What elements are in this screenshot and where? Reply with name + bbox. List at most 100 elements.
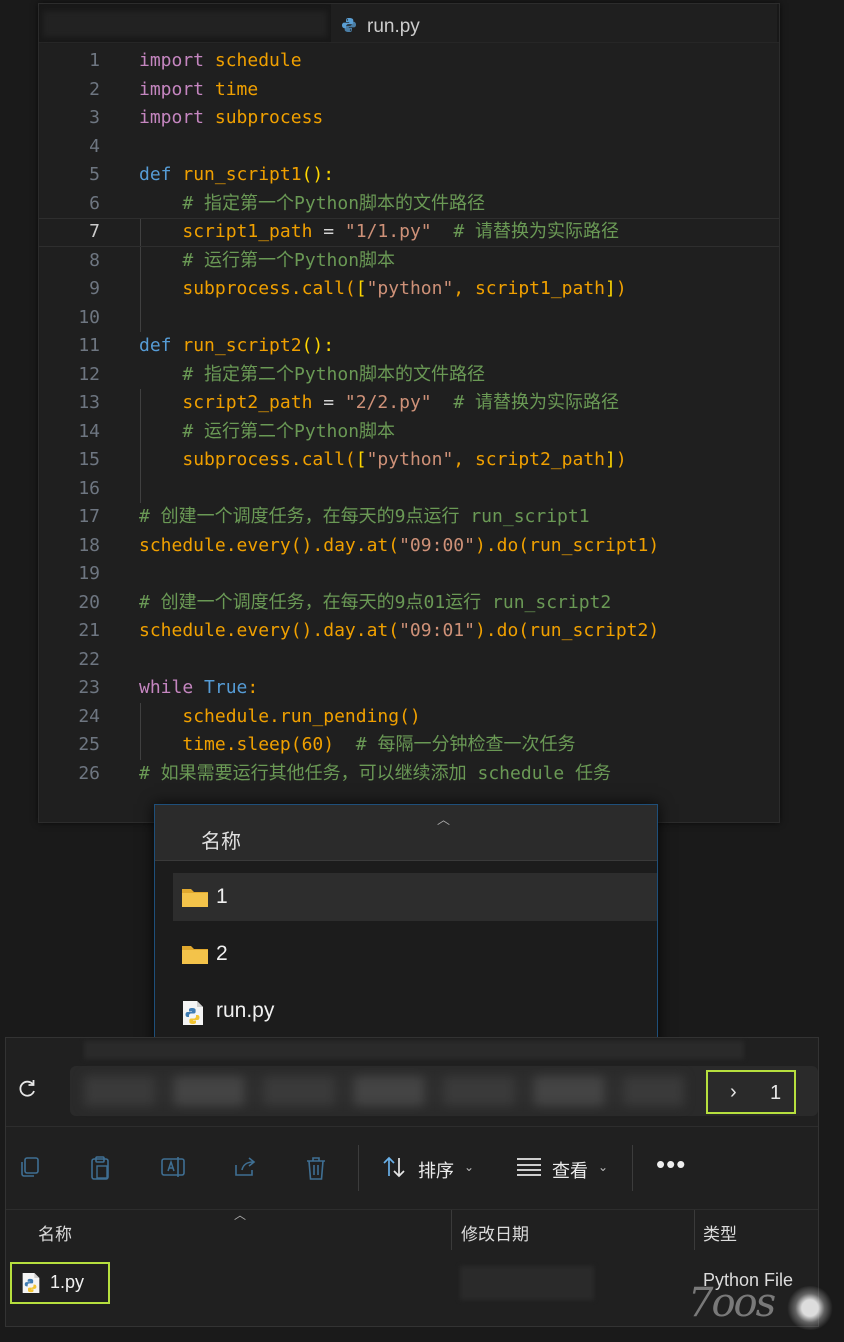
code-text: script2_path = "2/2.py" # 请替换为实际路径 xyxy=(139,389,619,418)
line-number: 17 xyxy=(78,506,100,527)
file-name-cell[interactable]: 1.py xyxy=(10,1262,110,1304)
list-item-folder-1[interactable]: 1 xyxy=(173,873,657,921)
view-icon[interactable] xyxy=(516,1157,542,1182)
code-line[interactable]: 10 xyxy=(39,304,779,333)
more-options-icon[interactable]: ••• xyxy=(656,1149,686,1180)
item-label: run.py xyxy=(216,999,275,1022)
code-line[interactable]: 9 subprocess.call(["python", script1_pat… xyxy=(39,275,779,304)
code-token: , script2_path xyxy=(453,449,606,470)
column-divider[interactable] xyxy=(694,1210,695,1250)
code-line[interactable]: 25 time.sleep(60) # 每隔一分钟检查一次任务 xyxy=(39,731,779,760)
code-line[interactable]: 12 # 指定第二个Python脚本的文件路径 xyxy=(39,361,779,390)
code-line[interactable]: 21 schedule.every().day.at("09:01").do(ru… xyxy=(39,617,779,646)
code-token: True xyxy=(204,677,248,698)
code-token: , script1_path xyxy=(453,278,606,299)
code-line[interactable]: 17 # 创建一个调度任务，在每天的9点运行 run_script1 xyxy=(39,503,779,532)
python-file-icon xyxy=(181,1000,205,1031)
rename-icon[interactable] xyxy=(160,1155,186,1184)
editor-tab-bar: run.py xyxy=(39,4,779,43)
code-line[interactable]: 24 schedule.run_pending() xyxy=(39,703,779,732)
line-number: 16 xyxy=(78,477,100,499)
code-line[interactable]: 26 # 如果需要运行其他任务，可以继续添加 schedule 任务 xyxy=(39,760,779,789)
folder-list-popup: ︿ 名称 1 2 run.py xyxy=(154,804,658,1058)
code-line[interactable]: 1 import schedule xyxy=(39,47,779,76)
code-line[interactable]: 13 script2_path = "2/2.py" # 请替换为实际路径 xyxy=(39,389,779,418)
code-line[interactable]: 14 # 运行第二个Python脚本 xyxy=(39,418,779,447)
code-line[interactable]: 3 import subprocess xyxy=(39,104,779,133)
item-label: 1 xyxy=(216,885,228,908)
code-token: script2_path xyxy=(182,392,313,413)
line-number: 22 xyxy=(78,648,100,670)
code-text: import subprocess xyxy=(139,104,323,133)
paste-icon[interactable] xyxy=(88,1155,112,1186)
code-line[interactable]: 4 xyxy=(39,133,779,162)
code-text: # 如果需要运行其他任务，可以继续添加 schedule 任务 xyxy=(139,760,611,789)
sort-button[interactable]: 排序 xyxy=(418,1157,454,1183)
code-line[interactable]: 20 # 创建一个调度任务，在每天的9点01运行 run_script2 xyxy=(39,589,779,618)
code-token: subprocess xyxy=(214,107,324,128)
column-modified[interactable]: 修改日期 xyxy=(461,1220,529,1245)
python-icon xyxy=(341,17,357,38)
line-number: 13 xyxy=(78,392,100,413)
code-token: def xyxy=(139,164,172,185)
line-number: 6 xyxy=(89,192,100,214)
code-token: schedule.every().day.at( xyxy=(139,620,400,641)
tab-run-py[interactable]: run.py xyxy=(331,4,777,42)
column-name[interactable]: 名称 xyxy=(38,1220,72,1245)
code-token: # 创建一个调度任务，在每天的9点运行 run_script1 xyxy=(139,506,590,527)
code-line[interactable]: 7 script1_path = "1/1.py" # 请替换为实际路径 xyxy=(39,218,779,247)
line-number: 7 xyxy=(89,221,100,242)
code-line[interactable]: 15 subprocess.call(["python", script2_pa… xyxy=(39,446,779,475)
code-token: # 请替换为实际路径 xyxy=(453,392,619,413)
blurred-tab-area xyxy=(43,11,327,37)
code-token: (): xyxy=(301,164,335,185)
code-line[interactable]: 2 import time xyxy=(39,76,779,105)
list-item-run-py[interactable]: run.py xyxy=(173,987,657,1035)
code-line[interactable]: 5 def run_script1(): xyxy=(39,161,779,190)
delete-icon[interactable] xyxy=(304,1155,328,1186)
code-editor-window: run.py 1 import schedule 2 import time 3 impo… xyxy=(38,3,780,823)
code-line[interactable]: 8 # 运行第一个Python脚本 xyxy=(39,247,779,276)
code-token: "09:01" xyxy=(399,620,475,641)
code-token: "09:00" xyxy=(399,534,475,556)
column-type[interactable]: 类型 xyxy=(703,1220,737,1245)
name-column-header[interactable]: ︿ 名称 xyxy=(155,805,657,861)
item-label: 2 xyxy=(216,942,228,965)
code-token: # 如果需要运行其他任务，可以继续添加 schedule 任务 xyxy=(139,762,612,784)
code-line[interactable]: 22 xyxy=(39,646,779,675)
code-text: time.sleep(60) # 每隔一分钟检查一次任务 xyxy=(139,731,575,760)
tab-label: run.py xyxy=(367,16,420,37)
code-text: def run_script2(): xyxy=(139,332,334,361)
code-line[interactable]: 19 xyxy=(39,560,779,589)
refresh-icon[interactable] xyxy=(16,1078,38,1105)
share-icon[interactable] xyxy=(232,1155,258,1184)
code-line[interactable]: 18 schedule.every().day.at("09:00").do(ru… xyxy=(39,532,779,561)
code-line[interactable]: 6 # 指定第一个Python脚本的文件路径 xyxy=(39,190,779,219)
code-line[interactable]: 11 def run_script2(): xyxy=(39,332,779,361)
list-item-folder-2[interactable]: 2 xyxy=(173,930,657,978)
sort-icon[interactable] xyxy=(382,1155,408,1184)
column-divider[interactable] xyxy=(451,1210,452,1250)
code-line[interactable]: 23 while True: xyxy=(39,674,779,703)
code-text: # 运行第二个Python脚本 xyxy=(139,418,395,447)
breadcrumb[interactable]: › 1 xyxy=(706,1070,796,1114)
view-button[interactable]: 查看 xyxy=(552,1157,588,1183)
code-token: = xyxy=(312,221,345,242)
line-number: 14 xyxy=(78,420,100,442)
code-token: "1/1.py" xyxy=(344,221,432,242)
code-line[interactable]: 16 xyxy=(39,475,779,504)
chevron-down-icon: ⌄ xyxy=(598,1160,609,1174)
copy-icon[interactable] xyxy=(18,1155,42,1184)
code-token: run_script1 xyxy=(182,164,302,185)
